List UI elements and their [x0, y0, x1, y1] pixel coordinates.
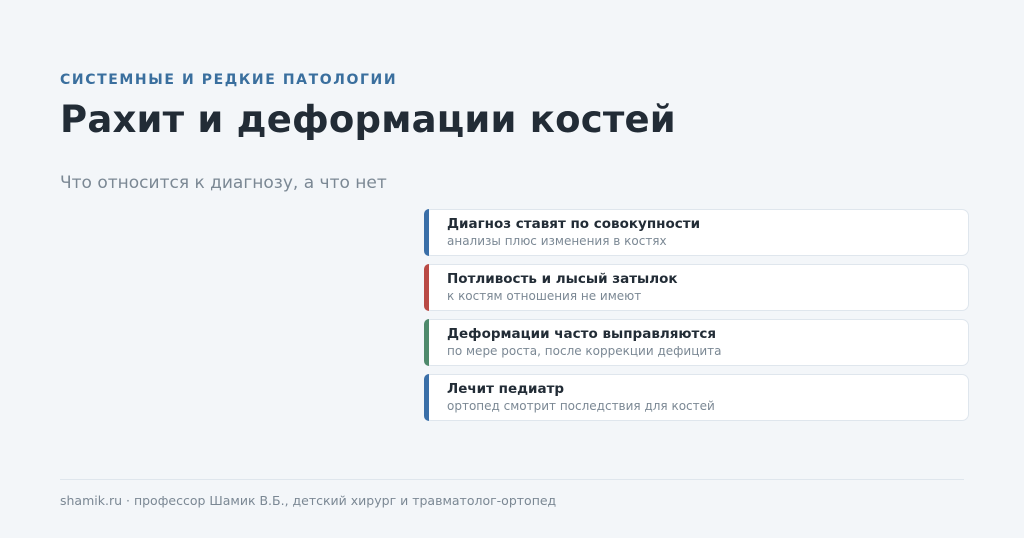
- card-list: Диагноз ставят по совокупности анализы п…: [424, 209, 969, 429]
- page-subtitle: Что относится к диагнозу, а что нет: [60, 173, 387, 193]
- card-text: анализы плюс изменения в костях: [447, 234, 667, 248]
- card-title: Потливость и лысый затылок: [447, 271, 678, 287]
- card-accent-bar: [424, 264, 429, 311]
- footer-divider: [60, 479, 964, 480]
- footer-text: shamik.ru · профессор Шамик В.Б., детски…: [60, 493, 557, 508]
- card-title: Диагноз ставят по совокупности: [447, 216, 701, 232]
- card-item: Потливость и лысый затылок к костям отно…: [424, 264, 969, 311]
- eyebrow-label: СИСТЕМНЫЕ И РЕДКИЕ ПАТОЛОГИИ: [60, 72, 398, 88]
- card-title: Лечит педиатр: [447, 381, 565, 397]
- page-title: Рахит и деформации костей: [60, 98, 676, 141]
- card-accent-bar: [424, 374, 429, 421]
- card-item: Лечит педиатр ортопед смотрит последстви…: [424, 374, 969, 421]
- card-text: к костям отношения не имеют: [447, 289, 642, 303]
- card-title: Деформации часто выправляются: [447, 326, 717, 342]
- card-text: ортопед смотрит последствия для костей: [447, 399, 715, 413]
- card-item: Деформации часто выправляются по мере ро…: [424, 319, 969, 366]
- card-accent-bar: [424, 209, 429, 256]
- card-accent-bar: [424, 319, 429, 366]
- card-item: Диагноз ставят по совокупности анализы п…: [424, 209, 969, 256]
- card-text: по мере роста, после коррекции дефицита: [447, 344, 722, 358]
